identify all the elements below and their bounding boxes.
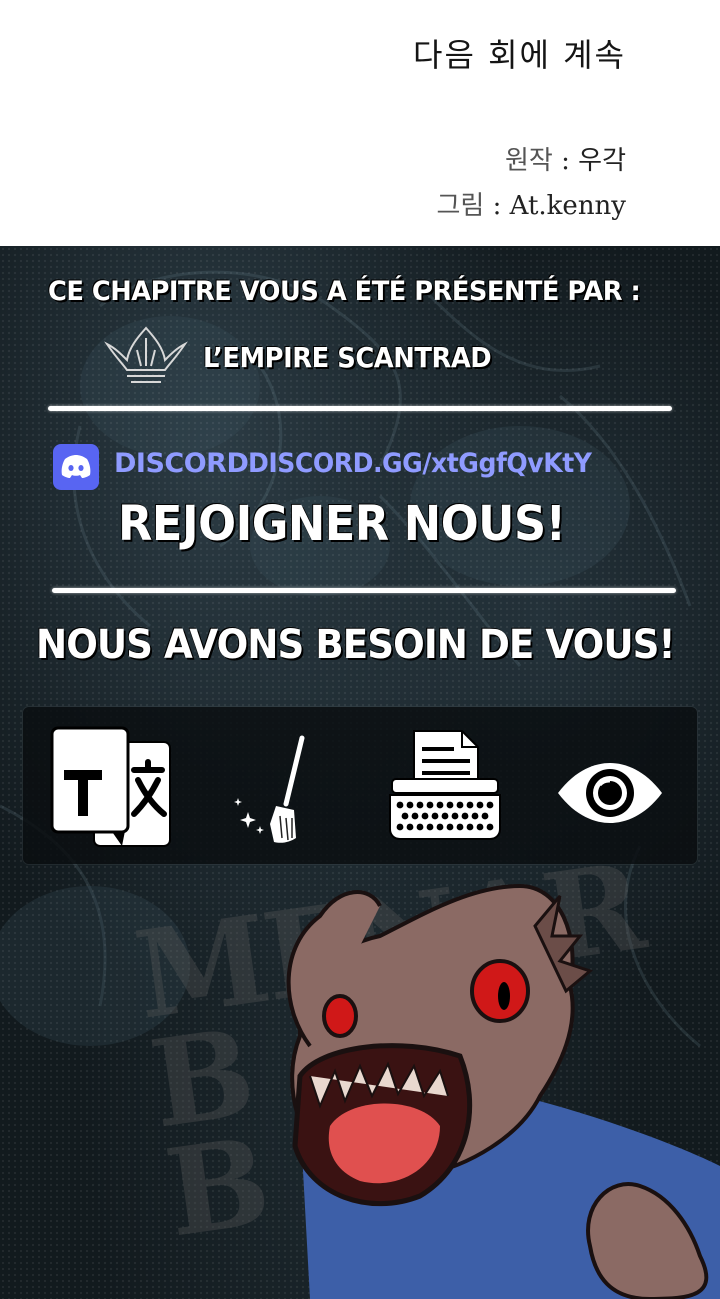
mascot-illustration <box>286 883 720 1299</box>
credit-sep: : <box>484 191 510 221</box>
credit-label: 그림 <box>436 191 485 221</box>
credit-value: At.kenny <box>509 191 626 221</box>
credit-value: 우각 <box>578 146 626 176</box>
chapter-end-section: 다음 회에 계속 원작 : 우각 그림 : At.kenny <box>0 0 720 246</box>
credit-art: 그림 : At.kenny <box>437 185 627 222</box>
credit-label: 원작 <box>505 146 553 176</box>
credit-original: 원작 : 우각 <box>505 140 626 177</box>
credit-sep: : <box>552 146 579 176</box>
to-be-continued-text: 다음 회에 계속 <box>413 36 626 74</box>
